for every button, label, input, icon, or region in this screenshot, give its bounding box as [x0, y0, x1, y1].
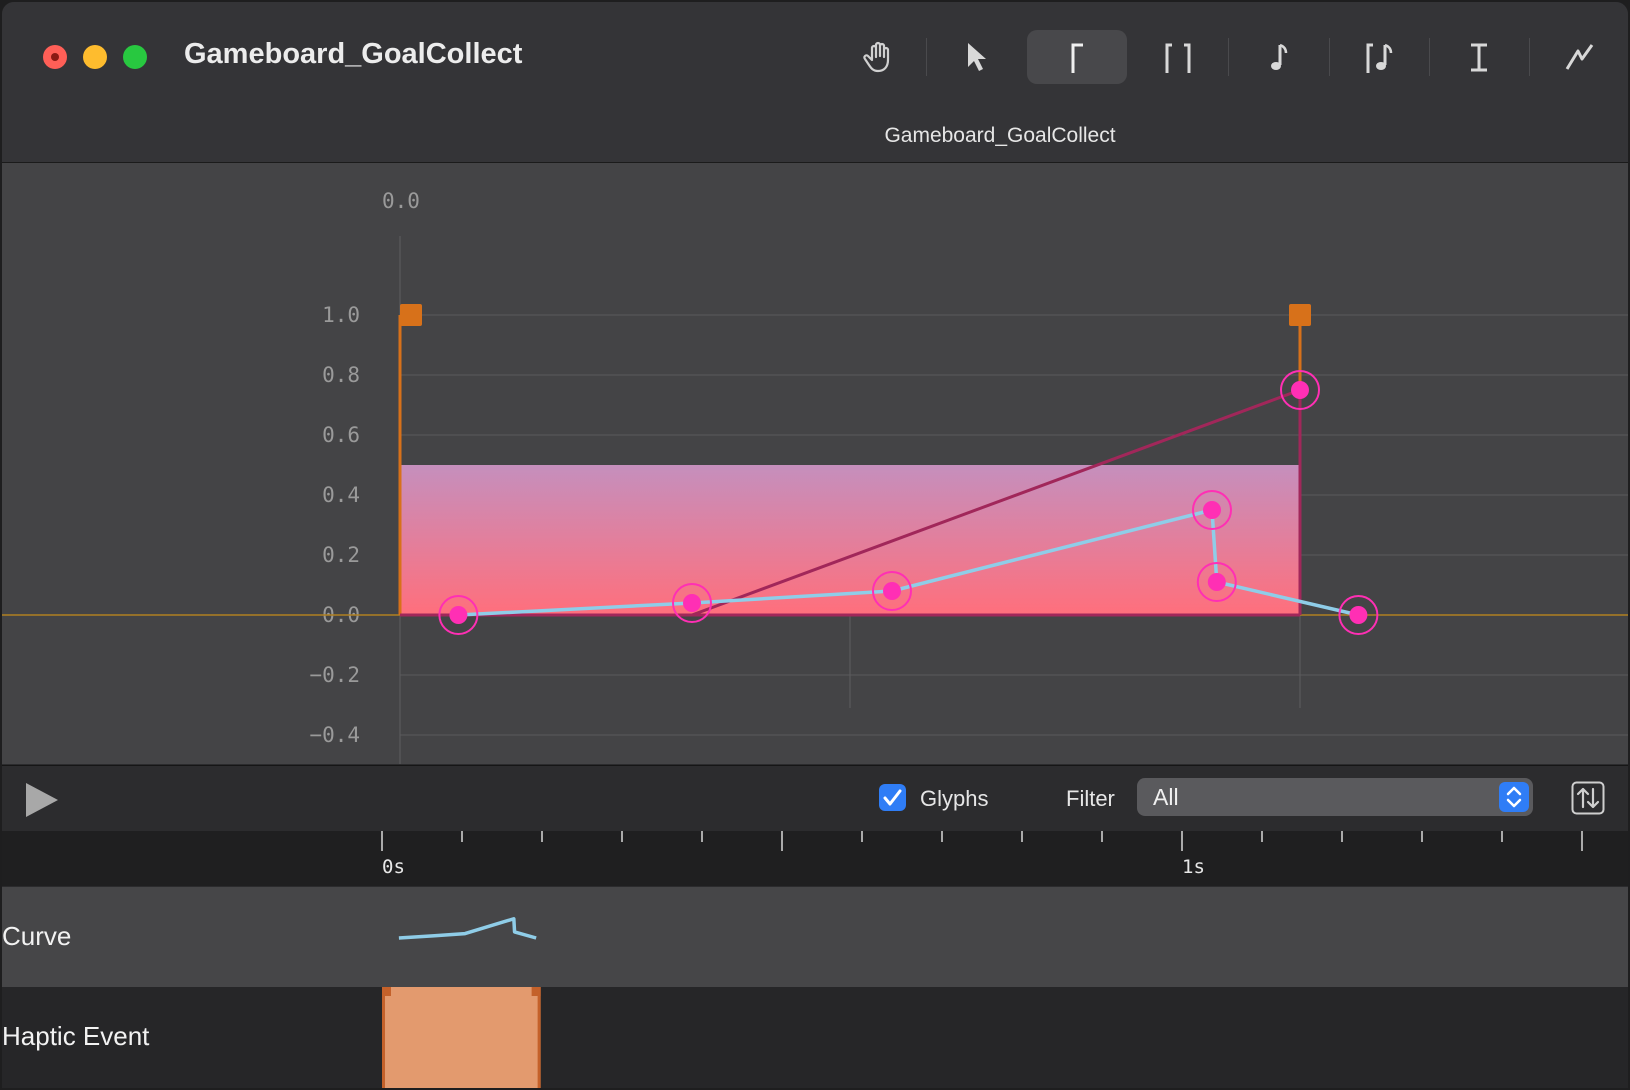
hand-icon	[863, 41, 890, 73]
y-tick-label: 0.8	[322, 363, 360, 387]
chevron-up-down-icon	[1506, 786, 1522, 808]
y-tick-label: 1.0	[322, 303, 360, 327]
control-point	[1207, 573, 1226, 591]
arrow-pointer-icon	[968, 43, 986, 71]
audio-tool-button[interactable]	[1228, 30, 1328, 84]
transient-event-tool-button[interactable]	[1027, 30, 1127, 84]
ruler-label: 1s	[1182, 856, 1205, 878]
filter-label: Filter	[1066, 786, 1115, 811]
curve-track-canvas	[398, 917, 537, 940]
zoom-window-button[interactable]	[123, 45, 147, 69]
i-beam-icon	[1471, 43, 1487, 72]
glyphs-checkbox[interactable]	[879, 784, 906, 811]
ruler-canvas[interactable]: 0s 1s	[2, 831, 1628, 886]
curve-thumbnail-line	[398, 917, 537, 940]
y-tick-label: 0.4	[322, 483, 360, 507]
text-cursor-tool-button[interactable]	[1429, 30, 1529, 84]
haptic-event-track[interactable]: Haptic Event	[2, 987, 1628, 1088]
playback-controls-bar: Glyphs Filter All	[2, 765, 1628, 831]
curve-track[interactable]: Curve	[2, 887, 1628, 987]
haptic-track-canvas	[382, 987, 541, 1088]
play-button[interactable]	[22, 780, 62, 820]
continuous-event-tool-button[interactable]	[1128, 30, 1228, 84]
y-tick-label: 0.2	[322, 543, 360, 567]
glyphs-label: Glyphs	[920, 786, 989, 811]
continuous-brackets-icon	[1165, 43, 1191, 73]
document-title: Gameboard_GoalCollect	[884, 124, 1116, 147]
select-tool-button[interactable]	[926, 30, 1026, 84]
hand-tool-button[interactable]	[829, 30, 929, 84]
transient-bracket-icon	[1071, 43, 1083, 73]
minimize-window-button[interactable]	[83, 45, 107, 69]
control-point	[683, 594, 701, 612]
timeline-ruler[interactable]: 0s 1s	[2, 831, 1628, 886]
title-bar: Gameboard_GoalCollect Gameboard_GoalColl…	[2, 2, 1628, 163]
haptic-event-left-handle	[382, 987, 391, 996]
app-window: Gameboard_GoalCollect Gameboard_GoalColl…	[2, 2, 1628, 1088]
control-point	[883, 582, 901, 600]
haptic-event-right-edge	[537, 987, 541, 1088]
control-point	[1203, 501, 1221, 519]
curve-line-icon	[1565, 44, 1594, 70]
music-note-icon	[1271, 43, 1288, 70]
y-tick-label: −0.2	[309, 663, 360, 687]
ruler-label: 0s	[382, 856, 405, 878]
graph-canvas[interactable]: 1.00.80.60.40.20.0−0.2−0.40.0	[2, 163, 1628, 764]
y-tick-label: −0.4	[309, 723, 360, 747]
control-point	[449, 606, 468, 624]
filter-select[interactable]: All	[1137, 778, 1533, 816]
haptic-event-block	[382, 987, 541, 1088]
event-start-handle	[400, 304, 422, 326]
haptic-event-right-handle	[531, 987, 541, 996]
checkmark-icon	[883, 789, 902, 806]
swap-arrows-button[interactable]	[1571, 781, 1605, 815]
filter-value: All	[1153, 784, 1179, 810]
top-value-label: 0.0	[382, 189, 420, 213]
control-point	[1349, 606, 1368, 624]
close-window-button[interactable]	[43, 45, 67, 69]
haptic-event-left-edge	[382, 987, 385, 1088]
audio-continuous-tool-button[interactable]	[1329, 30, 1429, 84]
curve-tool-button[interactable]	[1529, 30, 1628, 84]
y-tick-label: 0.6	[322, 423, 360, 447]
control-point	[1291, 381, 1309, 399]
haptic-graph-editor[interactable]: 1.0 0.8 0.6 0.4 0.2 0.0 −0.2 −0.4 0.0	[2, 163, 1628, 764]
event-end-handle	[1289, 304, 1311, 326]
filter-stepper	[1499, 782, 1529, 812]
window-title: Gameboard_GoalCollect	[184, 38, 523, 70]
bracket-note-icon	[1366, 43, 1393, 73]
